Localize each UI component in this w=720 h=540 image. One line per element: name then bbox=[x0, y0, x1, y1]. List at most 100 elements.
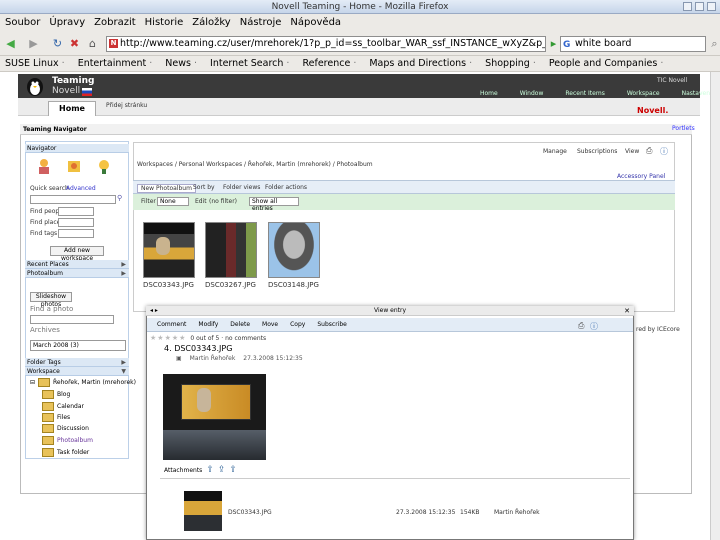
maximize-icon[interactable] bbox=[695, 2, 704, 11]
header-link-recent[interactable]: Recent Items bbox=[565, 90, 604, 97]
action-manage[interactable]: Manage bbox=[543, 148, 567, 155]
bookmark-reference[interactable]: Reference bbox=[302, 56, 356, 71]
action-view[interactable]: View bbox=[625, 148, 639, 155]
accessory-panel-link[interactable]: Accessory Panel bbox=[617, 173, 665, 180]
star-icon[interactable]: ★ bbox=[179, 334, 185, 342]
forward-icon[interactable]: ▶ bbox=[27, 37, 40, 50]
header-link-settings[interactable]: Nastavení bbox=[682, 90, 712, 97]
popup-action-subscribe[interactable]: Subscribe bbox=[317, 318, 346, 331]
new-photoalbum-button[interactable]: New Photoalbum bbox=[137, 184, 196, 193]
back-icon[interactable]: ◀ bbox=[4, 37, 17, 50]
star-icon[interactable]: ★ bbox=[150, 334, 156, 342]
menu-nastroje[interactable]: Nástroje bbox=[240, 14, 282, 32]
language-flag-icon[interactable] bbox=[82, 88, 92, 96]
tab-home[interactable]: Home bbox=[48, 101, 96, 116]
action-subscriptions[interactable]: Subscriptions bbox=[577, 148, 617, 155]
add-workspace-button[interactable]: Add new workspace bbox=[50, 246, 104, 262]
archive-select[interactable]: March 2008 (3) bbox=[30, 340, 126, 351]
photo-caption[interactable]: DSC03267.JPG bbox=[205, 281, 256, 289]
bookmark-entertainment[interactable]: Entertainment bbox=[78, 56, 153, 71]
edit-filter-link[interactable]: Edit bbox=[195, 198, 207, 205]
print-icon[interactable]: ⎙ bbox=[646, 146, 652, 156]
section-workspace[interactable]: Workspace ▼ bbox=[25, 367, 129, 376]
photo-caption[interactable]: DSC03343.JPG bbox=[143, 281, 194, 289]
sort-by-menu[interactable]: Sort by bbox=[193, 184, 215, 191]
section-navigator[interactable]: Navigator bbox=[25, 144, 129, 153]
slideshow-button[interactable]: Slideshow photos bbox=[30, 292, 72, 308]
menu-upravy[interactable]: Úpravy bbox=[49, 14, 85, 32]
menu-napoveda[interactable]: Nápověda bbox=[290, 14, 341, 32]
find-photo-input[interactable] bbox=[30, 315, 114, 324]
section-photoalbum[interactable]: Photoalbum ▶ bbox=[25, 269, 129, 278]
photo-caption[interactable]: DSC03148.JPG bbox=[268, 281, 319, 289]
workspace-team-icon[interactable] bbox=[66, 158, 82, 174]
popup-action-comment[interactable]: Comment bbox=[157, 318, 186, 331]
attachment-thumbnail[interactable] bbox=[184, 491, 222, 531]
popup-nav-icon[interactable]: ◂ ▸ bbox=[150, 306, 158, 316]
tree-collapse-icon[interactable]: ⊟ bbox=[30, 379, 35, 386]
star-icon[interactable]: ★ bbox=[172, 334, 178, 342]
photo-thumbnail[interactable] bbox=[205, 222, 257, 278]
menu-zalozky[interactable]: Záložky bbox=[192, 14, 230, 32]
quick-search-input[interactable] bbox=[30, 195, 116, 204]
tree-item-discussion[interactable]: Discussion bbox=[42, 424, 89, 433]
header-link-home[interactable]: Home bbox=[480, 90, 498, 97]
folder-actions-menu[interactable]: Folder actions bbox=[265, 184, 307, 191]
url-input[interactable]: N http://www.teaming.cz/user/mrehorek/1?… bbox=[106, 36, 546, 52]
tree-item-task-folder[interactable]: Task folder bbox=[42, 448, 89, 457]
popup-action-copy[interactable]: Copy bbox=[290, 318, 305, 331]
attachment-name[interactable]: DSC03343.JPG bbox=[228, 509, 272, 516]
help-icon[interactable]: ⓘ bbox=[660, 146, 668, 157]
popup-action-move[interactable]: Move bbox=[262, 318, 278, 331]
header-link-workspace[interactable]: Workspace bbox=[627, 90, 660, 97]
stop-icon[interactable]: ✖ bbox=[68, 37, 81, 50]
tree-item-calendar[interactable]: Calendar bbox=[42, 402, 84, 411]
attach-upload-icon[interactable]: ⇪ bbox=[218, 465, 226, 475]
minimize-icon[interactable] bbox=[683, 2, 692, 11]
attach-add-icon[interactable]: ⇪ bbox=[206, 465, 214, 475]
popup-help-icon[interactable]: ⓘ bbox=[590, 321, 598, 332]
tree-root[interactable]: ⊟ Řehořek, Martin (mrehorek) bbox=[30, 378, 136, 387]
bookmark-internet-search[interactable]: Internet Search bbox=[210, 56, 289, 71]
portlet-link[interactable]: Portlets bbox=[672, 125, 695, 132]
filter-select[interactable]: None bbox=[157, 197, 189, 206]
star-icon[interactable]: ★ bbox=[165, 334, 171, 342]
photo-thumbnail[interactable] bbox=[143, 222, 195, 278]
workspace-people-icon[interactable] bbox=[36, 158, 52, 174]
menu-soubor[interactable]: Soubor bbox=[5, 14, 40, 32]
popup-print-icon[interactable]: ⎙ bbox=[578, 321, 584, 331]
star-icon[interactable]: ★ bbox=[157, 334, 163, 342]
search-go-button-icon[interactable]: ⚲ bbox=[117, 194, 122, 202]
close-icon[interactable] bbox=[707, 2, 716, 11]
bookmark-suse[interactable]: SUSE Linux bbox=[5, 56, 65, 71]
home-icon[interactable]: ⌂ bbox=[86, 37, 99, 50]
find-places-input[interactable] bbox=[58, 218, 94, 227]
tree-item-photoalbum[interactable]: Photoalbum bbox=[42, 436, 93, 445]
find-tags-input[interactable] bbox=[58, 229, 94, 238]
tab-add-page[interactable]: Přidej stránku bbox=[106, 102, 147, 109]
reload-icon[interactable]: ↻ bbox=[51, 37, 64, 50]
go-icon[interactable]: ▸ bbox=[547, 37, 560, 50]
popup-action-delete[interactable]: Delete bbox=[230, 318, 250, 331]
workspace-global-icon[interactable] bbox=[96, 158, 112, 174]
bookmark-shopping[interactable]: Shopping bbox=[485, 56, 536, 71]
photo-thumbnail[interactable] bbox=[268, 222, 320, 278]
entry-author[interactable]: Martin Řehořek bbox=[190, 355, 236, 362]
entry-photo[interactable] bbox=[163, 374, 266, 460]
show-entries-select[interactable]: Show all entries bbox=[249, 197, 299, 212]
menu-historie[interactable]: Historie bbox=[145, 14, 184, 32]
bookmark-maps[interactable]: Maps and Directions bbox=[369, 56, 472, 71]
search-go-icon[interactable]: ⌕ bbox=[708, 37, 720, 50]
breadcrumb[interactable]: Workspaces / Personal Workspaces / Řehoř… bbox=[137, 161, 373, 168]
section-folder-tags[interactable]: Folder Tags ▶ bbox=[25, 358, 129, 367]
bookmark-people[interactable]: People and Companies bbox=[549, 56, 664, 71]
rating-stars[interactable]: ★ ★ ★ ★ ★ 0 out of 5 · no comments bbox=[150, 334, 266, 342]
section-recent-places[interactable]: Recent Places ▶ bbox=[25, 260, 129, 269]
bookmark-news[interactable]: News bbox=[165, 56, 197, 71]
page-scrollbar[interactable] bbox=[710, 72, 720, 540]
popup-close-icon[interactable]: ✕ bbox=[624, 306, 630, 316]
advanced-search-link[interactable]: Advanced bbox=[66, 185, 96, 192]
find-people-input[interactable] bbox=[58, 207, 94, 216]
folder-views-menu[interactable]: Folder views bbox=[223, 184, 260, 191]
search-input[interactable]: G white board bbox=[560, 36, 706, 52]
